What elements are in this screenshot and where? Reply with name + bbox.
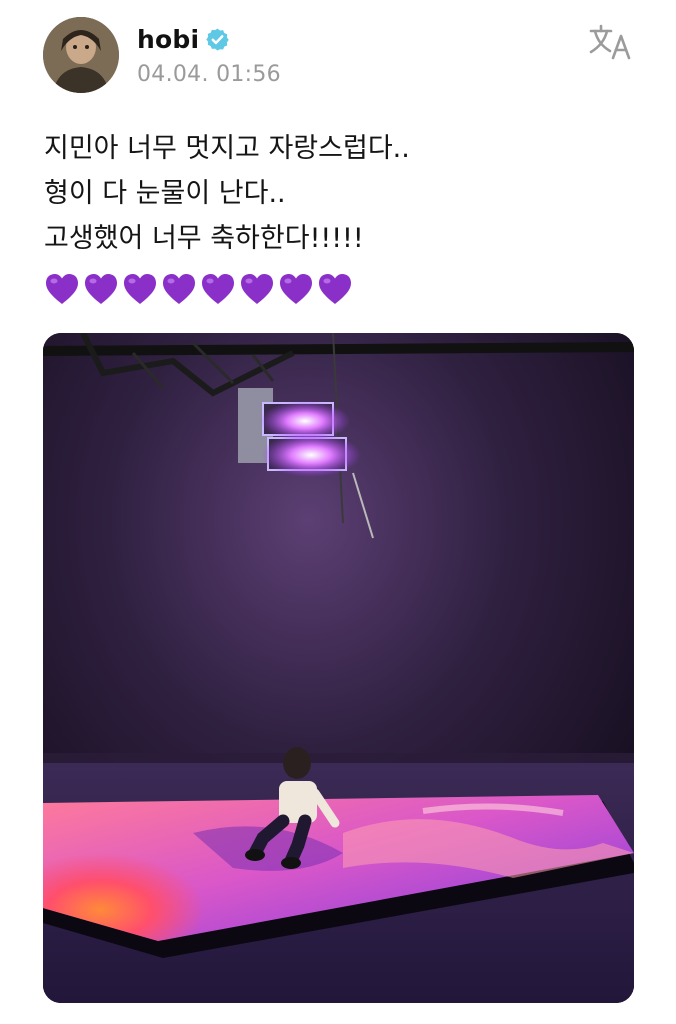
- purple-heart-icon: [124, 274, 156, 304]
- translate-icon[interactable]: [588, 22, 634, 62]
- post-header: hobi 04.04. 01:56: [0, 0, 676, 110]
- post-image[interactable]: [43, 333, 634, 1003]
- purple-heart-icon: [85, 274, 117, 304]
- username[interactable]: hobi: [137, 25, 199, 54]
- post-text-line: 고생했어 너무 축하한다!!!!!: [44, 223, 364, 254]
- purple-heart-icon: [163, 274, 195, 304]
- purple-heart-icon: [319, 274, 351, 304]
- post-text-line: 형이 다 눈물이 난다..: [44, 178, 286, 209]
- avatar[interactable]: [43, 17, 119, 93]
- timestamp: 04.04. 01:56: [137, 62, 281, 87]
- purple-heart-icon: [202, 274, 234, 304]
- purple-hearts-row: [44, 272, 356, 312]
- post-body: 지민아 너무 멋지고 자랑스럽다.. 형이 다 눈물이 난다.. 고생했어 너무…: [44, 126, 644, 261]
- post-text-line: 지민아 너무 멋지고 자랑스럽다..: [44, 133, 410, 164]
- purple-heart-icon: [46, 274, 78, 304]
- purple-heart-icon: [241, 274, 273, 304]
- purple-heart-icon: [280, 274, 312, 304]
- verified-badge-icon: [205, 27, 230, 52]
